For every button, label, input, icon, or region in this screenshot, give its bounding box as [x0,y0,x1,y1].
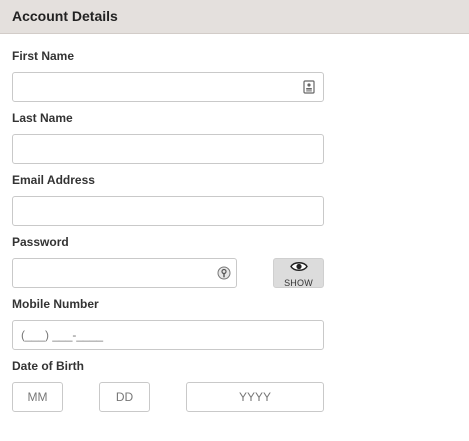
password-input[interactable] [12,258,237,288]
show-password-button[interactable]: SHOW [273,258,324,288]
dob-year-input[interactable] [186,382,324,412]
eye-icon [289,259,308,277]
mobile-number-input[interactable] [12,320,324,350]
first-name-input[interactable] [12,72,324,102]
password-key-icon[interactable] [217,266,231,280]
email-input[interactable] [12,196,324,226]
password-label: Password [12,235,69,249]
last-name-label: Last Name [12,111,73,125]
mobile-number-label: Mobile Number [12,297,99,311]
section-title: Account Details [12,8,118,24]
section-header: Account Details [0,0,469,34]
date-of-birth-label: Date of Birth [12,359,84,373]
first-name-label: First Name [12,49,75,63]
dob-month-input[interactable] [12,382,63,412]
last-name-input[interactable] [12,134,324,164]
contact-card-icon[interactable] [302,80,316,94]
dob-day-input[interactable] [99,382,150,412]
email-label: Email Address [12,173,95,187]
show-password-label: SHOW [284,277,313,288]
